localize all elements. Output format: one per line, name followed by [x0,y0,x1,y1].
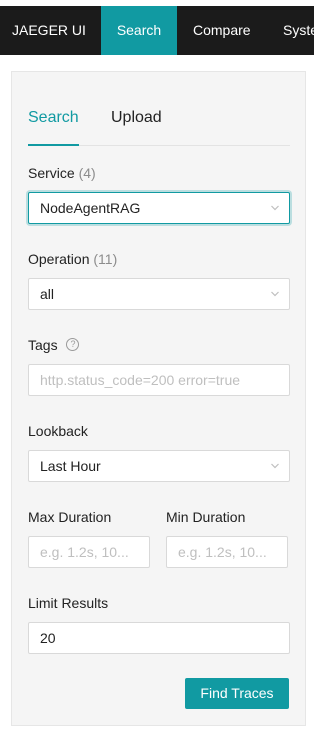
chevron-down-icon [271,463,279,469]
chevron-down-icon [271,205,279,211]
max-duration-placeholder: e.g. 1.2s, 10... [40,544,129,560]
question-circle-icon[interactable]: ? [66,338,80,351]
tags-label: Tags ? [28,336,80,354]
max-duration-label-text: Max Duration [28,509,112,525]
service-select[interactable]: NodeAgentRAG [28,192,290,224]
service-label: Service (4) [28,164,96,182]
min-duration-label-text: Min Duration [166,509,246,525]
tab-upload[interactable]: Upload [111,108,162,128]
chevron-down-icon [271,291,279,297]
limit-results-label: Limit Results [28,594,108,612]
find-traces-button[interactable]: Find Traces [185,678,289,709]
lookback-label-text: Lookback [28,423,88,439]
nav-tab-system[interactable]: Syste [283,6,314,55]
top-nav: JAEGER UI Search Compare Syste [0,6,314,55]
service-value: NodeAgentRAG [40,200,141,216]
nav-tab-compare[interactable]: Compare [193,6,251,55]
operation-label-text: Operation [28,251,90,267]
limit-results-label-text: Limit Results [28,595,109,611]
search-panel: Search Upload Service (4) NodeAgentRAG O… [11,71,306,726]
operation-select[interactable]: all [28,278,290,310]
tags-input[interactable]: http.status_code=200 error=true [28,364,290,396]
operation-value: all [40,286,55,302]
lookback-label: Lookback [28,422,88,440]
lookback-select[interactable]: Last Hour [28,450,290,482]
operation-label: Operation (11) [28,250,117,268]
limit-results-value: 20 [40,630,56,646]
lookback-value: Last Hour [40,458,101,474]
panel-tabs: Search Upload [28,108,290,146]
tags-label-text: Tags [28,337,58,353]
operation-count: (11) [93,251,118,267]
min-duration-input[interactable]: e.g. 1.2s, 10... [166,536,288,568]
active-tab-indicator [28,144,79,146]
nav-tab-search[interactable]: Search [101,6,177,55]
min-duration-label: Min Duration [166,508,245,526]
max-duration-label: Max Duration [28,508,111,526]
tab-search[interactable]: Search [28,108,79,128]
service-label-text: Service [28,165,75,181]
brand-logo[interactable]: JAEGER UI [12,6,86,55]
min-duration-placeholder: e.g. 1.2s, 10... [178,544,267,560]
limit-results-input[interactable]: 20 [28,622,290,654]
max-duration-input[interactable]: e.g. 1.2s, 10... [28,536,150,568]
tags-placeholder: http.status_code=200 error=true [40,372,241,388]
service-count: (4) [78,165,96,181]
